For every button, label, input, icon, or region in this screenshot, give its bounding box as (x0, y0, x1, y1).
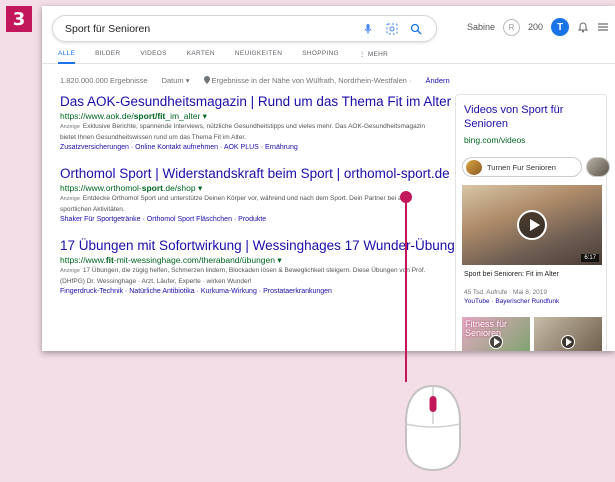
chip-thumbnail (466, 160, 482, 175)
url-part: .de/shop ▾ (162, 183, 203, 193)
result-snippet: Entdecke Orthomol Sport und unterstütze … (60, 195, 412, 213)
video-channel[interactable]: YouTube · Bayerischer Rundfunk (464, 297, 559, 306)
mouse-icon (405, 384, 461, 472)
change-location-link[interactable]: Ändern (426, 76, 450, 85)
points-count: 200 (527, 22, 543, 32)
search-tabs: ALLE BILDER VIDEOS KARTEN NEUIGKEITEN SH… (58, 50, 388, 64)
microphone-icon[interactable] (362, 23, 374, 35)
user-area: Sabine R 200 T (467, 18, 609, 36)
video-meta: 45 Tsd. Aufrufe · Mai 8, 2019 YouTube · … (464, 288, 559, 306)
result-description: Anzeige Entdecke Orthomol Sport und unter… (60, 194, 440, 214)
user-name[interactable]: Sabine (467, 22, 495, 32)
visual-search-icon[interactable] (386, 23, 398, 35)
result-description: Anzeige Exklusive Berichte, spannende Int… (60, 122, 440, 142)
search-bar-icons (362, 23, 422, 35)
related-search-chip[interactable]: Turnen Fur Senioren (462, 157, 582, 177)
tab-videos[interactable]: VIDEOS (140, 50, 166, 62)
browser-screen: Sport für Senioren Sabine R 200 T ALLE B… (42, 6, 615, 351)
url-bold-part: fit (105, 255, 114, 265)
play-icon[interactable] (517, 210, 547, 240)
video-panel-title[interactable]: Videos von Sport für Senioren (464, 103, 604, 131)
date-filter[interactable]: Datum ▾ (162, 76, 190, 85)
url-part: _im_alter ▾ (165, 111, 207, 121)
result-sitelinks[interactable]: Zusatzversicherungen · Online Kontakt au… (60, 142, 440, 154)
location-note: Ergebnisse in der Nähe von Wülfrath, Nor… (203, 76, 412, 85)
video-duration: 6:17 (581, 254, 599, 262)
result-sitelinks[interactable]: Shaker Für Sportgetränke · Orthomol Spor… (60, 214, 440, 226)
url-part: https://www. (60, 255, 106, 265)
result-item: Das AOK-Gesundheitsmagazin | Rund um das… (60, 94, 451, 154)
play-icon[interactable] (489, 335, 503, 349)
avatar[interactable]: R (502, 18, 520, 36)
result-title-link[interactable]: Das AOK-Gesundheitsmagazin | Rund um das… (60, 94, 451, 110)
video-views: 45 Tsd. Aufrufe · Mai 8, 2019 (464, 289, 547, 296)
video-panel-source[interactable]: bing.com/videos (464, 135, 525, 145)
play-icon[interactable] (561, 335, 575, 349)
search-icon[interactable] (410, 23, 422, 35)
result-url[interactable]: https://www.orthomol-sport.de/shop ▾ (60, 182, 440, 194)
tab-karten[interactable]: KARTEN (187, 50, 215, 62)
video-panel: Videos von Sport für Senioren bing.com/v… (455, 94, 610, 351)
url-bold-part: sport (141, 183, 163, 193)
url-bold-part: sport/fit (133, 111, 166, 121)
related-search-chip-2[interactable] (586, 157, 610, 177)
hamburger-menu-icon[interactable] (597, 21, 609, 33)
url-part: https://www.orthomol- (60, 183, 142, 193)
tab-bilder[interactable]: BILDER (95, 50, 120, 62)
result-item: Orthomol Sport | Widerstandskraft beim S… (60, 166, 450, 226)
search-bar[interactable]: Sport für Senioren (52, 15, 437, 42)
ad-label: Anzeige (60, 268, 80, 274)
result-item: 17 Übungen mit Sofortwirkung | Wessingha… (60, 238, 470, 298)
result-description: Anzeige 17 Übungen, die zügig helfen, Sch… (60, 266, 440, 286)
video-title[interactable]: Sport bei Senioren: Fit im Alter (464, 271, 559, 278)
video-thumbnail[interactable]: 6:17 (462, 185, 602, 265)
annotation-pointer-line (405, 196, 407, 382)
result-sitelinks[interactable]: Fingerdruck-Technik · Natürliche Antibio… (60, 286, 440, 298)
url-part: -mit-wessinghage.com/theraband/übungen ▾ (113, 255, 282, 265)
tab-mehr[interactable]: ⋮ MEHR (359, 50, 388, 62)
tab-neuigkeiten[interactable]: NEUIGKEITEN (235, 50, 282, 62)
tab-alle[interactable]: ALLE (58, 50, 76, 64)
result-url[interactable]: https://www.aok.de/sport/fit_im_alter ▾ (60, 110, 440, 122)
video-thumbnail-3[interactable] (534, 317, 602, 351)
url-part: https://www.aok.de/ (60, 111, 134, 121)
result-title-link[interactable]: Orthomol Sport | Widerstandskraft beim S… (60, 166, 450, 182)
search-header: Sport für Senioren Sabine R 200 T ALLE B… (42, 6, 615, 64)
rewards-icon[interactable]: T (551, 18, 569, 36)
location-text: Ergebnisse in der Nähe von Wülfrath, Nor… (211, 76, 412, 85)
result-snippet: Exklusive Berichte, spannende Interviews… (60, 123, 426, 141)
ad-label: Anzeige (60, 124, 80, 130)
video-thumbnail-2[interactable]: Fitness für Senioren (462, 317, 530, 351)
result-snippet: 17 Übungen, die zügig helfen, Schmerzen … (60, 267, 426, 285)
search-input[interactable]: Sport für Senioren (65, 23, 362, 35)
result-title-link[interactable]: 17 Übungen mit Sofortwirkung | Wessingha… (60, 238, 470, 254)
annotation-pointer-dot (400, 191, 412, 203)
search-results: Das AOK-Gesundheitsmagazin | Rund um das… (60, 94, 470, 310)
location-pin-icon (203, 76, 210, 84)
chip-label: Turnen Fur Senioren (487, 162, 556, 172)
results-meta: 1.820.000.000 Ergebnisse Datum ▾ Ergebni… (60, 76, 450, 85)
tab-shopping[interactable]: SHOPPING (302, 50, 339, 62)
ad-label: Anzeige (60, 196, 80, 202)
notification-bell-icon[interactable] (577, 21, 589, 33)
step-number-badge: 3 (6, 6, 32, 32)
result-count: 1.820.000.000 Ergebnisse (60, 76, 148, 85)
result-url[interactable]: https://www.fit-mit-wessinghage.com/ther… (60, 254, 440, 266)
